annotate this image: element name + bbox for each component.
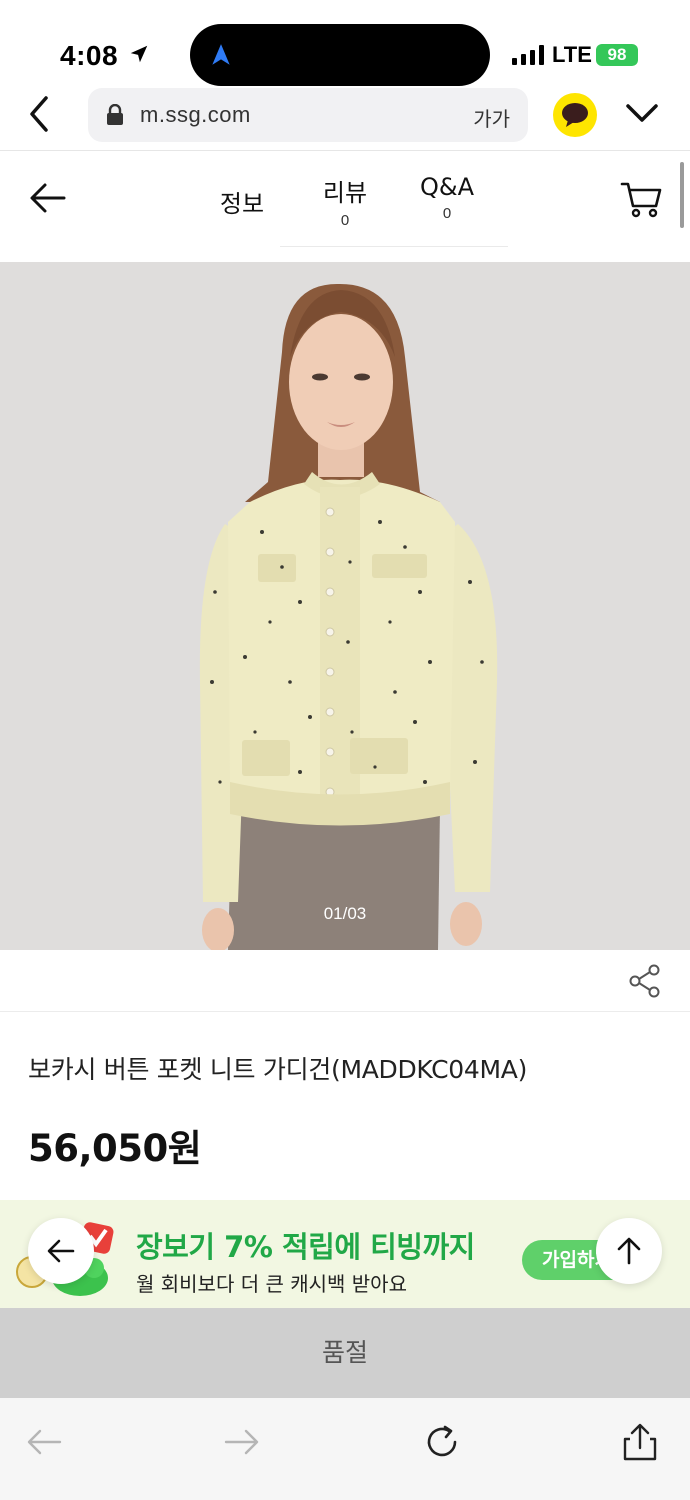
battery-indicator: 98 — [596, 44, 638, 66]
url-text: m.ssg.com — [140, 102, 251, 127]
product-header: 정보 리뷰 0 Q&A 0 — [0, 151, 690, 247]
status-time: 4:08 — [60, 40, 119, 71]
share-upload-icon[interactable] — [620, 1422, 660, 1462]
promo-banner[interactable]: 장보기 7% 적립에 티빙까지 월 회비보다 더 큰 캐시백 받아요 가입하기 — [0, 1200, 690, 1308]
tab-info[interactable]: 정보 — [212, 184, 272, 219]
navigation-icon — [212, 44, 230, 65]
floating-back-button[interactable] — [28, 1218, 94, 1284]
cart-icon[interactable] — [620, 179, 664, 219]
scroll-top-button[interactable] — [596, 1218, 662, 1284]
browser-address-row: m.ssg.com 가가 — [0, 88, 690, 148]
browser-toolbar — [0, 1398, 690, 1500]
dynamic-island — [190, 24, 490, 86]
browser-forward-icon[interactable] — [222, 1422, 262, 1462]
kakao-button[interactable] — [553, 93, 597, 137]
url-field[interactable]: m.ssg.com 가가 — [88, 88, 528, 142]
product-photo-illustration — [0, 262, 690, 950]
product-price: 56,050원 — [28, 1127, 202, 1170]
chevron-down-icon[interactable] — [624, 98, 660, 128]
tab-count: 0 — [340, 212, 350, 229]
browser-back-icon[interactable] — [24, 1422, 64, 1462]
product-image[interactable]: 01/03 — [0, 262, 690, 950]
share-icon[interactable] — [628, 964, 662, 998]
image-page-indicator: 01/03 — [323, 904, 367, 923]
text-size-button[interactable]: 가가 — [473, 103, 510, 132]
chevron-left-icon[interactable] — [26, 94, 54, 134]
soldout-label: 품절 — [321, 1338, 368, 1367]
soldout-button[interactable]: 품절 — [0, 1308, 690, 1398]
tab-label: Q&A — [419, 173, 475, 201]
arrow-up-icon — [617, 1237, 641, 1265]
network-type: LTE — [552, 42, 592, 67]
tab-qa[interactable]: Q&A 0 — [412, 173, 482, 222]
tab-review[interactable]: 리뷰 0 — [315, 173, 375, 229]
share-row — [0, 950, 690, 1012]
location-arrow-icon — [130, 45, 148, 63]
tab-label: 정보 — [219, 190, 265, 218]
scroll-indicator — [680, 162, 684, 228]
tab-label: 리뷰 — [322, 179, 368, 207]
promo-headline: 장보기 7% 적립에 티빙까지 — [136, 1230, 475, 1264]
reload-icon[interactable] — [422, 1422, 462, 1462]
promo-subtext: 월 회비보다 더 큰 캐시백 받아요 — [136, 1272, 407, 1296]
tab-underline — [280, 246, 508, 247]
chat-bubble-icon — [562, 103, 588, 127]
arrow-left-icon[interactable] — [28, 181, 68, 215]
arrow-left-icon — [47, 1239, 75, 1263]
battery-level: 98 — [607, 45, 627, 64]
cellular-signal-icon — [512, 45, 544, 65]
product-title: 보카시 버튼 포켓 니트 가디건(MADDKC04MA) — [28, 1055, 528, 1084]
lock-icon — [107, 104, 123, 125]
tab-count: 0 — [442, 205, 452, 222]
status-bar: 4:08 LTE 98 — [0, 0, 690, 90]
